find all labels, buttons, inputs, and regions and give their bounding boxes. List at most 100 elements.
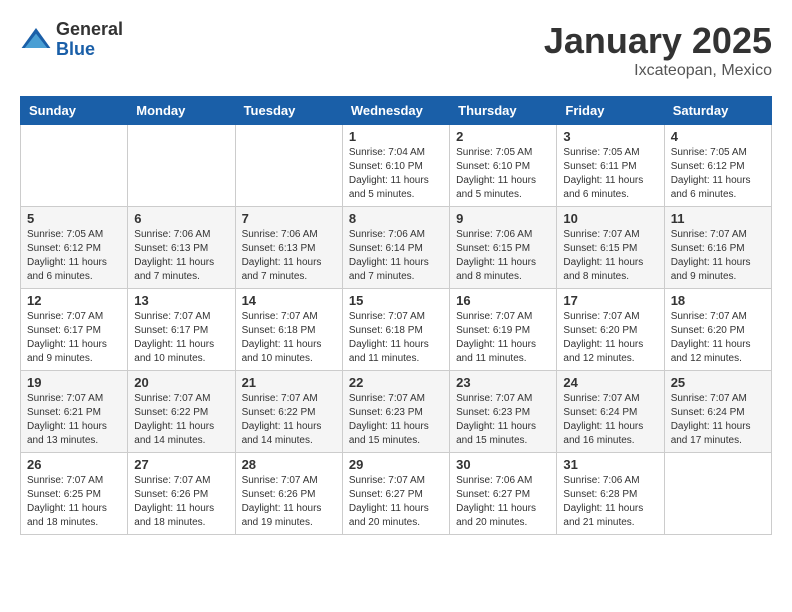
calendar-cell [664, 453, 771, 535]
calendar-cell: 26 Sunrise: 7:07 AM Sunset: 6:25 PM Dayli… [21, 453, 128, 535]
calendar-cell: 30Sunrise: 7:06 AM Sunset: 6:27 PM Dayli… [450, 453, 557, 535]
calendar-cell: 7 Sunrise: 7:06 AM Sunset: 6:13 PM Daylig… [235, 207, 342, 289]
day-info: Sunrise: 7:05 AM Sunset: 6:12 PM Dayligh… [27, 228, 121, 284]
calendar-cell: 28 Sunrise: 7:07 AM Sunset: 6:26 PM Dayli… [235, 453, 342, 535]
day-number: 21 [242, 375, 336, 390]
month-title: January 2025 [544, 20, 772, 62]
calendar-cell: 19 Sunrise: 7:07 AM Sunset: 6:21 PM Dayli… [21, 371, 128, 453]
day-info: Sunrise: 7:05 AM Sunset: 6:12 PM Dayligh… [671, 146, 765, 202]
day-info: Sunrise: 7:06 AM Sunset: 6:28 PM Dayligh… [563, 474, 657, 530]
calendar-cell: 6 Sunrise: 7:06 AM Sunset: 6:13 PM Daylig… [128, 207, 235, 289]
day-info: Sunrise: 7:06 AM Sunset: 6:15 PM Dayligh… [456, 228, 550, 284]
calendar-body: 1 Sunrise: 7:04 AM Sunset: 6:10 PM Daylig… [21, 125, 772, 535]
day-number: 24 [563, 375, 657, 390]
day-header-monday: Monday [128, 97, 235, 125]
calendar-cell: 27 Sunrise: 7:07 AM Sunset: 6:26 PM Dayli… [128, 453, 235, 535]
day-info: Sunrise: 7:06 AM Sunset: 6:13 PM Dayligh… [242, 228, 336, 284]
day-info: Sunrise: 7:07 AM Sunset: 6:27 PM Dayligh… [349, 474, 443, 530]
day-header-tuesday: Tuesday [235, 97, 342, 125]
calendar-cell [128, 125, 235, 207]
calendar-cell: 24 Sunrise: 7:07 AM Sunset: 6:24 PM Dayli… [557, 371, 664, 453]
page-header: General Blue January 2025 Ixcateopan, Me… [20, 20, 772, 80]
calendar-cell: 4 Sunrise: 7:05 AM Sunset: 6:12 PM Daylig… [664, 125, 771, 207]
day-number: 31 [563, 457, 657, 472]
day-info: Sunrise: 7:07 AM Sunset: 6:23 PM Dayligh… [349, 392, 443, 448]
day-number: 7 [242, 211, 336, 226]
calendar-cell: 25Sunrise: 7:07 AM Sunset: 6:24 PM Dayli… [664, 371, 771, 453]
calendar-week-4: 19 Sunrise: 7:07 AM Sunset: 6:21 PM Dayli… [21, 371, 772, 453]
day-number: 8 [349, 211, 443, 226]
day-number: 11 [671, 211, 765, 226]
calendar-cell: 23Sunrise: 7:07 AM Sunset: 6:23 PM Dayli… [450, 371, 557, 453]
day-number: 1 [349, 129, 443, 144]
day-number: 20 [134, 375, 228, 390]
day-header-friday: Friday [557, 97, 664, 125]
day-info: Sunrise: 7:07 AM Sunset: 6:23 PM Dayligh… [456, 392, 550, 448]
calendar-cell [235, 125, 342, 207]
logo: General Blue [20, 20, 123, 60]
calendar-cell: 10 Sunrise: 7:07 AM Sunset: 6:15 PM Dayli… [557, 207, 664, 289]
calendar-cell: 5Sunrise: 7:05 AM Sunset: 6:12 PM Daylig… [21, 207, 128, 289]
day-header-saturday: Saturday [664, 97, 771, 125]
day-number: 16 [456, 293, 550, 308]
calendar-cell: 31 Sunrise: 7:06 AM Sunset: 6:28 PM Dayli… [557, 453, 664, 535]
calendar-cell: 17Sunrise: 7:07 AM Sunset: 6:20 PM Dayli… [557, 289, 664, 371]
day-info: Sunrise: 7:06 AM Sunset: 6:14 PM Dayligh… [349, 228, 443, 284]
location: Ixcateopan, Mexico [544, 62, 772, 80]
day-info: Sunrise: 7:07 AM Sunset: 6:22 PM Dayligh… [134, 392, 228, 448]
day-info: Sunrise: 7:07 AM Sunset: 6:24 PM Dayligh… [563, 392, 657, 448]
day-number: 12 [27, 293, 121, 308]
logo-general: General [56, 20, 123, 40]
logo-blue: Blue [56, 40, 123, 60]
calendar-cell: 11 Sunrise: 7:07 AM Sunset: 6:16 PM Dayli… [664, 207, 771, 289]
day-number: 3 [563, 129, 657, 144]
day-number: 14 [242, 293, 336, 308]
day-number: 6 [134, 211, 228, 226]
calendar-cell: 8 Sunrise: 7:06 AM Sunset: 6:14 PM Daylig… [342, 207, 449, 289]
day-info: Sunrise: 7:07 AM Sunset: 6:17 PM Dayligh… [134, 310, 228, 366]
calendar-cell: 29 Sunrise: 7:07 AM Sunset: 6:27 PM Dayli… [342, 453, 449, 535]
day-info: Sunrise: 7:07 AM Sunset: 6:24 PM Dayligh… [671, 392, 765, 448]
calendar-cell: 18Sunrise: 7:07 AM Sunset: 6:20 PM Dayli… [664, 289, 771, 371]
day-info: Sunrise: 7:07 AM Sunset: 6:21 PM Dayligh… [27, 392, 121, 448]
day-number: 15 [349, 293, 443, 308]
day-number: 27 [134, 457, 228, 472]
day-number: 10 [563, 211, 657, 226]
day-info: Sunrise: 7:05 AM Sunset: 6:11 PM Dayligh… [563, 146, 657, 202]
day-number: 28 [242, 457, 336, 472]
day-info: Sunrise: 7:07 AM Sunset: 6:22 PM Dayligh… [242, 392, 336, 448]
day-info: Sunrise: 7:07 AM Sunset: 6:15 PM Dayligh… [563, 228, 657, 284]
day-info: Sunrise: 7:07 AM Sunset: 6:18 PM Dayligh… [349, 310, 443, 366]
calendar-cell: 13Sunrise: 7:07 AM Sunset: 6:17 PM Dayli… [128, 289, 235, 371]
calendar-cell: 3 Sunrise: 7:05 AM Sunset: 6:11 PM Daylig… [557, 125, 664, 207]
day-info: Sunrise: 7:07 AM Sunset: 6:19 PM Dayligh… [456, 310, 550, 366]
calendar-week-3: 12 Sunrise: 7:07 AM Sunset: 6:17 PM Dayli… [21, 289, 772, 371]
day-info: Sunrise: 7:07 AM Sunset: 6:26 PM Dayligh… [242, 474, 336, 530]
day-number: 9 [456, 211, 550, 226]
calendar-cell: 12 Sunrise: 7:07 AM Sunset: 6:17 PM Dayli… [21, 289, 128, 371]
day-number: 4 [671, 129, 765, 144]
day-info: Sunrise: 7:07 AM Sunset: 6:18 PM Dayligh… [242, 310, 336, 366]
day-info: Sunrise: 7:07 AM Sunset: 6:26 PM Dayligh… [134, 474, 228, 530]
day-info: Sunrise: 7:07 AM Sunset: 6:25 PM Dayligh… [27, 474, 121, 530]
day-number: 19 [27, 375, 121, 390]
title-block: January 2025 Ixcateopan, Mexico [544, 20, 772, 80]
day-info: Sunrise: 7:06 AM Sunset: 6:13 PM Dayligh… [134, 228, 228, 284]
day-info: Sunrise: 7:07 AM Sunset: 6:20 PM Dayligh… [563, 310, 657, 366]
day-number: 22 [349, 375, 443, 390]
day-number: 26 [27, 457, 121, 472]
day-info: Sunrise: 7:07 AM Sunset: 6:17 PM Dayligh… [27, 310, 121, 366]
day-number: 30 [456, 457, 550, 472]
day-header-sunday: Sunday [21, 97, 128, 125]
calendar-cell: 21 Sunrise: 7:07 AM Sunset: 6:22 PM Dayli… [235, 371, 342, 453]
logo-text: General Blue [56, 20, 123, 60]
calendar-cell: 22 Sunrise: 7:07 AM Sunset: 6:23 PM Dayli… [342, 371, 449, 453]
day-info: Sunrise: 7:05 AM Sunset: 6:10 PM Dayligh… [456, 146, 550, 202]
calendar-cell [21, 125, 128, 207]
day-info: Sunrise: 7:07 AM Sunset: 6:16 PM Dayligh… [671, 228, 765, 284]
day-info: Sunrise: 7:04 AM Sunset: 6:10 PM Dayligh… [349, 146, 443, 202]
calendar-week-5: 26 Sunrise: 7:07 AM Sunset: 6:25 PM Dayli… [21, 453, 772, 535]
day-number: 29 [349, 457, 443, 472]
logo-icon [20, 24, 52, 56]
calendar-cell: 2Sunrise: 7:05 AM Sunset: 6:10 PM Daylig… [450, 125, 557, 207]
